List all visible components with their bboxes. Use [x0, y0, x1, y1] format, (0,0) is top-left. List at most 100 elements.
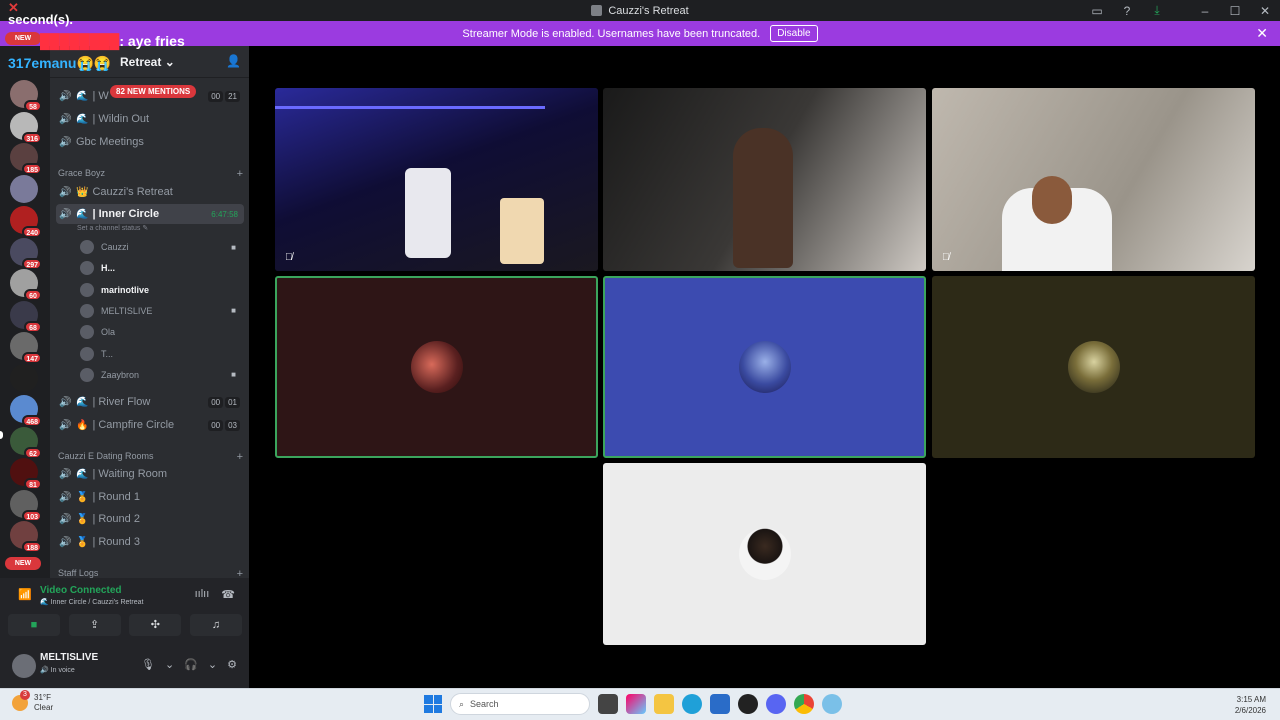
add-channel-icon[interactable]: +: [237, 568, 243, 578]
category-grace-boyz[interactable]: Grace Boyz +: [58, 168, 243, 180]
channel-waiting-room[interactable]: 🔊 🌊 | Waiting Room: [56, 464, 244, 484]
voice-user[interactable]: Cauzzi ■: [80, 238, 240, 256]
screen-share-button[interactable]: ⇪: [68, 614, 121, 636]
channel-round-2[interactable]: 🔊 🏅 | Round 2: [56, 509, 244, 529]
browser-icon[interactable]: [822, 694, 842, 714]
gear-icon[interactable]: ⚙: [227, 658, 237, 671]
signal-icon[interactable]: 📶: [18, 588, 32, 601]
app-icon[interactable]: [738, 694, 758, 714]
muted-icon: 🎙̸: [285, 252, 293, 263]
headphones-icon[interactable]: 🎧: [184, 658, 198, 671]
taskbar-clock[interactable]: 3:15 AM 2/6/2026: [1235, 694, 1266, 716]
windows-taskbar: 3 31°F Clear ⌕ Search 3:15 AM 2/6/2026: [0, 688, 1280, 720]
voice-status[interactable]: Video Connected: [40, 585, 122, 596]
category-dating-rooms[interactable]: Cauzzi E Dating Rooms +: [58, 451, 243, 463]
add-channel-icon[interactable]: +: [237, 451, 243, 463]
weather-widget[interactable]: 3 31°F Clear: [12, 690, 53, 713]
avatar: [80, 325, 94, 340]
channel-gbc-meetings[interactable]: 🔊 Gbc Meetings: [56, 132, 244, 152]
avatar[interactable]: [12, 654, 36, 678]
server-icon[interactable]: 188: [10, 521, 42, 553]
server-name: Retreat: [120, 54, 162, 69]
soundboard-button[interactable]: ♫: [189, 614, 242, 636]
person: [733, 128, 793, 268]
channel-inner-circle[interactable]: 🔊 🌊 | Inner Circle 6:47:58: [56, 204, 244, 224]
video-tile-7[interactable]: [603, 463, 926, 645]
screen-share-icon[interactable]: ▭: [1082, 4, 1112, 18]
server-icon[interactable]: 185: [10, 143, 42, 175]
muted-icon: 🎙̸: [942, 252, 950, 263]
mention-badge: 297: [22, 257, 42, 270]
channel-campfire-circle[interactable]: 🔊 🔥 | Campfire Circle 00 03: [56, 415, 244, 435]
video-tile-4[interactable]: [275, 276, 598, 458]
voice-channel-path[interactable]: 🌊 Inner Circle / Cauzzi's Retreat: [40, 598, 143, 606]
rail-new-pill[interactable]: NEW: [5, 32, 41, 45]
store-icon[interactable]: [710, 694, 730, 714]
voice-user[interactable]: MELTISLIVE ■: [80, 302, 240, 320]
disable-streamer-mode-button[interactable]: Disable: [770, 25, 818, 42]
disconnect-icon[interactable]: ☎: [221, 588, 235, 601]
server-icon[interactable]: 316: [10, 111, 42, 144]
avatar: [80, 282, 94, 297]
server-icon[interactable]: 81: [10, 458, 42, 490]
mention-badge: 147: [22, 352, 42, 364]
mention-badge: 240: [22, 226, 42, 238]
new-mentions-pill[interactable]: 82 NEW MENTIONS: [110, 85, 197, 98]
invite-user-icon[interactable]: 👤: [226, 54, 241, 68]
file-explorer-icon[interactable]: [654, 694, 674, 714]
edge-icon[interactable]: [682, 694, 702, 714]
rail-bottom-new-pill[interactable]: NEW: [5, 557, 41, 570]
channel-status-hint[interactable]: Set a channel status ✎: [77, 224, 148, 232]
microphone-icon[interactable]: 🎙: [141, 658, 155, 671]
activities-button[interactable]: ✣: [129, 614, 182, 636]
server-icon[interactable]: 297: [10, 237, 42, 270]
server-icon[interactable]: 240: [10, 206, 42, 238]
voice-user[interactable]: T...: [80, 345, 240, 363]
voice-user[interactable]: Zaaybron ■: [80, 366, 240, 384]
server-icon[interactable]: 58: [10, 80, 42, 112]
category-staff-logs[interactable]: Staff Logs +: [58, 568, 243, 578]
channel-river-flow[interactable]: 🔊 🌊 | River Flow 00 01: [56, 392, 244, 412]
close-button[interactable]: ✕: [1250, 4, 1280, 18]
server-header[interactable]: Retreat ⌄ 👤: [50, 46, 249, 78]
voice-actions: ıılıı ☎: [195, 588, 235, 601]
video-tile-3[interactable]: 🎙̸: [932, 88, 1255, 271]
server-icon[interactable]: 60: [10, 269, 42, 301]
server-icon[interactable]: [10, 363, 38, 392]
minimize-button[interactable]: –: [1190, 4, 1220, 18]
video-tile-2[interactable]: [603, 88, 926, 271]
start-button[interactable]: [424, 695, 442, 713]
server-icon[interactable]: 62: [10, 426, 42, 459]
voice-user[interactable]: marinotlive: [80, 281, 240, 299]
channel-round-1[interactable]: 🔊 🏅 | Round 1: [56, 487, 244, 507]
server-icon[interactable]: 103: [10, 489, 42, 522]
copilot-icon[interactable]: [626, 694, 646, 714]
camera-button[interactable]: ■: [8, 614, 60, 636]
channel-wildin-out[interactable]: 🔊 🌊 | Wildin Out: [56, 109, 244, 129]
discord-icon[interactable]: [766, 694, 786, 714]
user-name[interactable]: MELTISLIVE: [40, 652, 98, 663]
noise-suppression-icon[interactable]: ıılıı: [195, 588, 210, 601]
server-icon[interactable]: 147: [10, 332, 42, 364]
server-icon[interactable]: 468: [10, 395, 42, 427]
video-tile-1[interactable]: 🎙̸: [275, 88, 598, 271]
server-icon[interactable]: [10, 174, 38, 203]
banner-close-icon[interactable]: ✕: [1256, 25, 1268, 42]
chevron-down-icon[interactable]: ⌄: [165, 658, 174, 671]
voice-timer: 6:47:58: [211, 209, 238, 219]
chrome-icon[interactable]: [794, 694, 814, 714]
download-icon[interactable]: ⤓: [1142, 3, 1172, 18]
task-view-icon[interactable]: [598, 694, 618, 714]
maximize-button[interactable]: ☐: [1220, 4, 1250, 18]
voice-user[interactable]: H...: [80, 259, 240, 277]
taskbar-search[interactable]: ⌕ Search: [450, 693, 590, 715]
server-icon[interactable]: 68: [10, 300, 42, 333]
video-tile-5[interactable]: [603, 276, 926, 458]
add-channel-icon[interactable]: +: [237, 168, 243, 180]
channel-round-3[interactable]: 🔊 🏅 | Round 3: [56, 532, 244, 552]
help-icon[interactable]: ?: [1112, 4, 1142, 18]
chevron-down-icon[interactable]: ⌄: [208, 658, 217, 671]
voice-user[interactable]: Ola: [80, 323, 240, 341]
channel-cauzzis-retreat[interactable]: 🔊 👑 Cauzzi's Retreat: [56, 182, 244, 202]
video-tile-6[interactable]: [932, 276, 1255, 458]
